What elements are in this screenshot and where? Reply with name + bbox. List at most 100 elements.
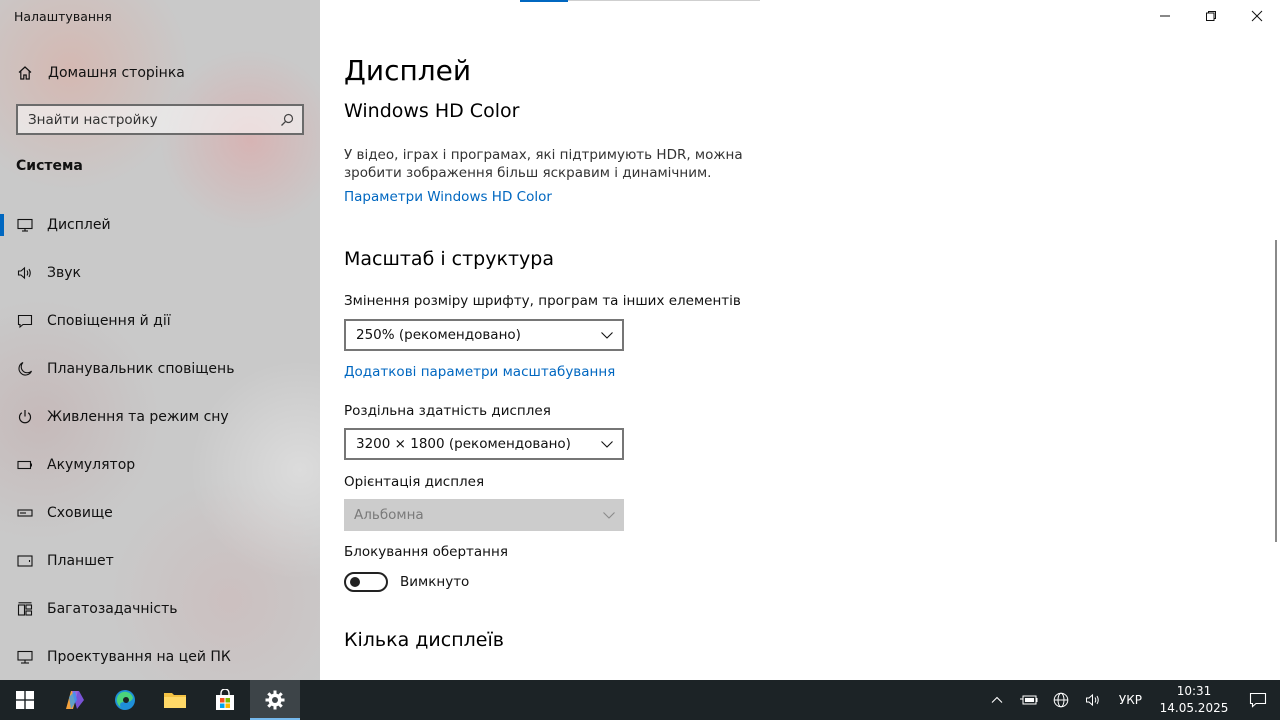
sidebar-item-label: Проектування на цей ПК <box>47 649 231 665</box>
sidebar-item-notifications[interactable]: Сповіщення й дії <box>0 297 320 345</box>
minimize-button[interactable] <box>1142 0 1188 32</box>
tray-volume-button[interactable] <box>1077 680 1109 720</box>
restore-button[interactable] <box>1188 0 1234 32</box>
start-button[interactable] <box>0 680 50 720</box>
sidebar-item-label: Сповіщення й дії <box>47 313 171 329</box>
orientation-value: Альбомна <box>354 507 424 523</box>
taskbar-apps <box>0 680 300 720</box>
speaker-icon <box>16 264 34 282</box>
scale-size-label: Змінення розміру шрифту, програм та інши… <box>344 293 741 309</box>
multitask-icon <box>16 600 34 618</box>
hdr-settings-link[interactable]: Параметри Windows HD Color <box>344 189 552 205</box>
taskbar: УКР 10:31 14.05.2025 <box>0 680 1280 720</box>
toggle-knob <box>350 577 360 587</box>
orientation-dropdown[interactable]: Альбомна <box>344 499 624 531</box>
restore-icon <box>1206 11 1216 21</box>
taskbar-clock[interactable]: 10:31 14.05.2025 <box>1158 683 1230 717</box>
rotation-lock-state: Вимкнуто <box>400 574 470 590</box>
scale-size-dropdown[interactable]: 250% (рекомендовано) <box>344 319 624 351</box>
power-icon <box>16 408 34 426</box>
search-icon[interactable] <box>278 111 296 129</box>
storage-icon <box>16 504 34 522</box>
sidebar-item-tablet[interactable]: Планшет <box>0 537 320 585</box>
copilot-button[interactable] <box>50 680 100 720</box>
search-input[interactable] <box>28 111 278 128</box>
battery-icon <box>16 456 34 474</box>
clock-time: 10:31 <box>1176 684 1212 698</box>
sidebar-item-storage[interactable]: Сховище <box>0 489 320 537</box>
globe-icon <box>1053 692 1069 708</box>
action-center-button[interactable] <box>1236 680 1280 720</box>
app-title: Налаштування <box>14 9 112 24</box>
close-button[interactable] <box>1234 0 1280 32</box>
chevron-down-icon <box>601 441 613 448</box>
scrollbar[interactable] <box>1275 240 1277 542</box>
orientation-label: Орієнтація дисплея <box>344 474 485 490</box>
monitor-icon <box>16 216 34 234</box>
sidebar-item-label: Багатозадачність <box>47 601 178 617</box>
home-link[interactable]: Домашня сторінка <box>16 62 185 84</box>
resolution-dropdown[interactable]: 3200 × 1800 (рекомендовано) <box>344 428 624 460</box>
top-progress-indicator <box>520 0 760 2</box>
sidebar-item-label: Звук <box>47 265 81 281</box>
tray-network-button[interactable] <box>1045 680 1077 720</box>
sidebar-item-label: Дисплей <box>47 217 111 233</box>
sidebar-nav: Дисплей Звук Сповіщення й дії Планувальн… <box>0 201 320 680</box>
multi-display-heading: Кілька дисплеїв <box>344 629 504 651</box>
store-bag-icon <box>216 689 234 710</box>
settings-button[interactable] <box>250 680 300 720</box>
close-icon <box>1251 10 1263 22</box>
main-content: Дисплей Windows HD Color У відео, іграх … <box>320 0 1280 680</box>
advanced-scaling-link[interactable]: Додаткові параметри масштабування <box>344 364 615 380</box>
input-language-indicator[interactable]: УКР <box>1109 693 1152 707</box>
sidebar-item-sound[interactable]: Звук <box>0 249 320 297</box>
sidebar-item-label: Планшет <box>47 553 114 569</box>
sidebar-item-label: Живлення та режим сну <box>47 409 229 425</box>
tray-battery-button[interactable] <box>1013 680 1045 720</box>
message-icon <box>16 312 34 330</box>
speaker-icon <box>1085 693 1099 707</box>
minimize-icon <box>1160 15 1170 17</box>
tablet-icon <box>16 552 34 570</box>
search-box[interactable] <box>16 104 304 135</box>
system-tray: УКР 10:31 14.05.2025 <box>981 680 1280 720</box>
rotation-lock-toggle[interactable] <box>344 572 388 592</box>
file-explorer-button[interactable] <box>150 680 200 720</box>
chevron-down-icon <box>603 512 615 519</box>
page-title: Дисплей <box>344 54 472 87</box>
chevron-down-icon <box>601 332 613 339</box>
clock-date: 14.05.2025 <box>1159 701 1229 715</box>
sidebar-item-display[interactable]: Дисплей <box>0 201 320 249</box>
rotation-lock-label: Блокування обертання <box>344 544 508 560</box>
resolution-value: 3200 × 1800 (рекомендовано) <box>356 436 571 452</box>
chevron-up-icon <box>991 696 1003 703</box>
folder-icon <box>164 693 186 708</box>
scale-heading: Масштаб і структура <box>344 248 554 270</box>
battery-plug-icon <box>1019 695 1038 705</box>
sidebar-item-projecting[interactable]: Проектування на цей ПК <box>0 633 320 680</box>
scale-size-value: 250% (рекомендовано) <box>356 327 521 343</box>
projection-icon <box>16 648 34 666</box>
show-hidden-icons-button[interactable] <box>981 680 1013 720</box>
window-controls <box>1142 0 1280 32</box>
store-button[interactable] <box>200 680 250 720</box>
home-label: Домашня сторінка <box>48 65 185 81</box>
edge-browser-icon <box>115 690 135 710</box>
sidebar-item-multitasking[interactable]: Багатозадачність <box>0 585 320 633</box>
hdr-heading: Windows HD Color <box>344 100 520 122</box>
sidebar-item-power-sleep[interactable]: Живлення та режим сну <box>0 393 320 441</box>
sidebar-item-battery[interactable]: Акумулятор <box>0 441 320 489</box>
gear-icon <box>265 690 285 710</box>
home-icon <box>16 64 34 82</box>
sidebar-item-focus-assist[interactable]: Планувальник сповіщень <box>0 345 320 393</box>
sidebar-item-label: Планувальник сповіщень <box>47 361 235 377</box>
rotation-lock-row: Вимкнуто <box>344 572 469 592</box>
sidebar-item-label: Акумулятор <box>47 457 136 473</box>
notification-icon <box>1249 692 1267 708</box>
hdr-description: У відео, іграх і програмах, які підтриму… <box>344 147 743 181</box>
resolution-label: Роздільна здатність дисплея <box>344 403 551 419</box>
edge-button[interactable] <box>100 680 150 720</box>
copilot-icon <box>66 691 84 709</box>
section-label-system: Система <box>16 158 83 174</box>
sidebar-item-label: Сховище <box>47 505 113 521</box>
